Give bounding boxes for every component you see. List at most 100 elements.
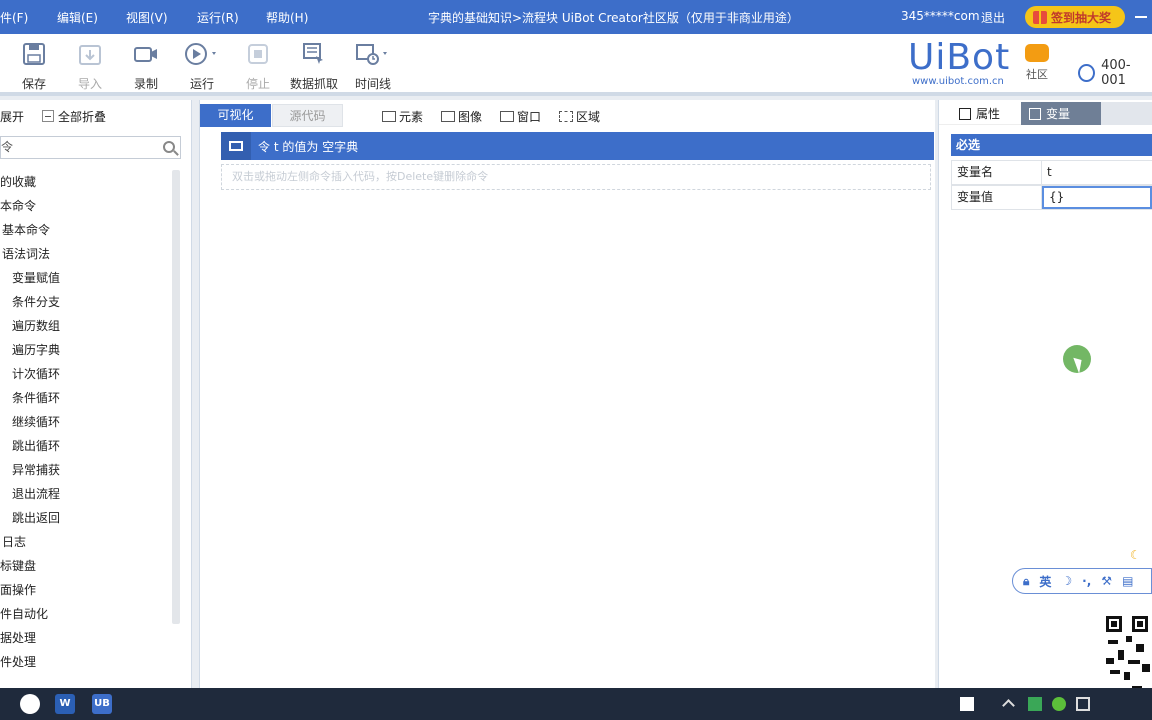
- sync-icon[interactable]: [1052, 697, 1066, 711]
- tree-item[interactable]: 本命令: [0, 194, 172, 218]
- required-section-header: 必选: [951, 134, 1152, 156]
- command-row[interactable]: 令 t 的值为 空字典: [221, 132, 934, 160]
- settings-wrench-icon[interactable]: ⚒: [1101, 574, 1112, 588]
- stop-label: 停止: [245, 77, 270, 91]
- logout-link[interactable]: 退出: [981, 9, 1005, 26]
- tree-item[interactable]: 跳出返回: [0, 506, 172, 530]
- chevron-up-icon[interactable]: [1002, 699, 1015, 712]
- info-icon: [959, 107, 971, 120]
- data-scrape-icon: [303, 43, 323, 64]
- tree-item[interactable]: 据处理: [0, 626, 172, 650]
- network-icon[interactable]: [1076, 697, 1090, 711]
- tab-properties[interactable]: 属性: [951, 102, 1021, 125]
- command-search-input[interactable]: 令: [0, 136, 181, 159]
- timeline-icon: [356, 44, 387, 65]
- command-tree: 的收藏 本命令 基本命令 语法词法 变量赋值 条件分支 遍历数组 遍历字典 计次…: [0, 170, 172, 674]
- menu-run[interactable]: 运行(R): [197, 9, 239, 26]
- tree-item[interactable]: 条件分支: [0, 290, 172, 314]
- tree-scrollbar[interactable]: [172, 170, 180, 624]
- pick-element-button[interactable]: 元素: [382, 108, 423, 125]
- search-tray-icon[interactable]: [960, 697, 974, 711]
- tree-item[interactable]: 基本命令: [0, 218, 172, 242]
- collapse-all-button[interactable]: 全部折叠: [42, 108, 106, 125]
- data-scrape-button[interactable]: 数据抓取: [286, 42, 342, 92]
- menu-edit[interactable]: 编辑(E): [57, 9, 98, 26]
- app-tray-icon[interactable]: [1028, 697, 1042, 711]
- video-camera-icon: [134, 47, 157, 62]
- tree-item[interactable]: 条件循环: [0, 386, 172, 410]
- word-icon[interactable]: W: [55, 694, 75, 714]
- tree-item[interactable]: 继续循环: [0, 410, 172, 434]
- tree-item[interactable]: 遍历字典: [0, 338, 172, 362]
- assign-variable-icon: [221, 132, 251, 160]
- timeline-button[interactable]: 时间线: [345, 42, 401, 92]
- expand-all-button[interactable]: 展开: [0, 108, 24, 125]
- tree-item[interactable]: 的收藏: [0, 170, 172, 194]
- insert-drop-zone[interactable]: 双击或拖动左侧命令插入代码，按Delete键删除命令: [221, 164, 931, 190]
- tree-item[interactable]: 退出流程: [0, 482, 172, 506]
- logo-text: UiBot: [908, 37, 1011, 78]
- menu-view[interactable]: 视图(V): [126, 9, 168, 26]
- tree-item[interactable]: 计次循环: [0, 362, 172, 386]
- ime-language[interactable]: 英: [1039, 573, 1051, 590]
- property-row-value: 变量值 {}: [951, 185, 1152, 210]
- tree-item[interactable]: 件处理: [0, 650, 172, 674]
- stop-icon: [248, 44, 268, 64]
- element-picker-icon: [382, 111, 396, 122]
- tree-item[interactable]: 日志: [0, 530, 172, 554]
- tree-item[interactable]: 语法词法: [0, 242, 172, 266]
- pick-window-label: 窗口: [517, 110, 542, 124]
- window-picker-icon: [500, 111, 515, 122]
- lock-icon[interactable]: 🔒︎: [1023, 574, 1029, 589]
- tree-item[interactable]: 变量赋值: [0, 266, 172, 290]
- half-width-icon[interactable]: ☽: [1061, 574, 1072, 588]
- variable-value-field[interactable]: {}: [1042, 186, 1152, 209]
- punctuation-icon[interactable]: ·,: [1082, 574, 1091, 588]
- search-value: 令: [1, 140, 14, 154]
- property-key: 变量名: [952, 161, 1042, 184]
- tree-item[interactable]: 异常捕获: [0, 458, 172, 482]
- ime-toolbar[interactable]: 🔒︎ 英 ☽ ·, ⚒ ▤: [1012, 568, 1152, 594]
- community-button[interactable]: 社区: [1022, 44, 1052, 82]
- tree-item[interactable]: 面操作: [0, 578, 172, 602]
- uibot-taskbar-icon[interactable]: UB: [92, 694, 112, 714]
- save-button[interactable]: 保存: [6, 42, 62, 92]
- save-label: 保存: [21, 77, 46, 91]
- tree-item[interactable]: 件自动化: [0, 602, 172, 626]
- import-button[interactable]: 导入: [62, 42, 118, 92]
- search-icon[interactable]: [163, 141, 175, 153]
- menu-file[interactable]: 件(F): [0, 9, 28, 26]
- command-text: 令 t 的值为 空字典: [258, 139, 359, 154]
- tab-visual[interactable]: 可视化: [200, 104, 271, 127]
- properties-panel: 属性 变量 必选 变量名 t 变量值 {}: [938, 100, 1152, 688]
- tree-item[interactable]: 标键盘: [0, 554, 172, 578]
- support-phone: 400-001: [1078, 58, 1152, 88]
- command-tree-panel: 展开 全部折叠 令 的收藏 本命令 基本命令 语法词法 变量赋值 条件分支 遍历…: [0, 100, 192, 688]
- import-label: 导入: [77, 77, 102, 91]
- menu-help[interactable]: 帮助(H): [266, 9, 308, 26]
- record-button[interactable]: 录制: [118, 42, 174, 92]
- signin-lottery-button[interactable]: 签到抽大奖: [1025, 6, 1125, 28]
- tree-item[interactable]: 跳出循环: [0, 434, 172, 458]
- gift-icon: [1033, 10, 1047, 24]
- stop-button[interactable]: 停止: [230, 42, 286, 92]
- property-row-name: 变量名 t: [951, 160, 1152, 185]
- tab-properties-label: 属性: [976, 107, 1001, 121]
- pick-image-button[interactable]: 图像: [441, 108, 482, 125]
- pick-region-button[interactable]: 区域: [559, 108, 600, 125]
- tree-item[interactable]: 遍历数组: [0, 314, 172, 338]
- variable-name-field[interactable]: t: [1042, 161, 1152, 184]
- menu-bar: 件(F) 编辑(E) 视图(V) 运行(R) 帮助(H) 字典的基础知识>流程块…: [0, 0, 1152, 34]
- play-icon: [185, 43, 216, 65]
- minimize-icon[interactable]: [1135, 16, 1147, 18]
- clipboard-icon[interactable]: ▤: [1122, 574, 1133, 588]
- run-button[interactable]: 运行: [174, 42, 230, 92]
- chrome-icon[interactable]: [20, 694, 40, 714]
- tab-source[interactable]: 源代码: [272, 104, 343, 127]
- tab-variables[interactable]: 变量: [1021, 102, 1101, 125]
- target-pickers: 元素 图像 窗口 区域: [382, 108, 600, 125]
- pick-window-button[interactable]: 窗口: [500, 108, 541, 125]
- moon-icon: ☾: [1130, 548, 1141, 562]
- tab-extra[interactable]: [1101, 102, 1152, 125]
- right-tabs: 属性 变量: [939, 100, 1152, 125]
